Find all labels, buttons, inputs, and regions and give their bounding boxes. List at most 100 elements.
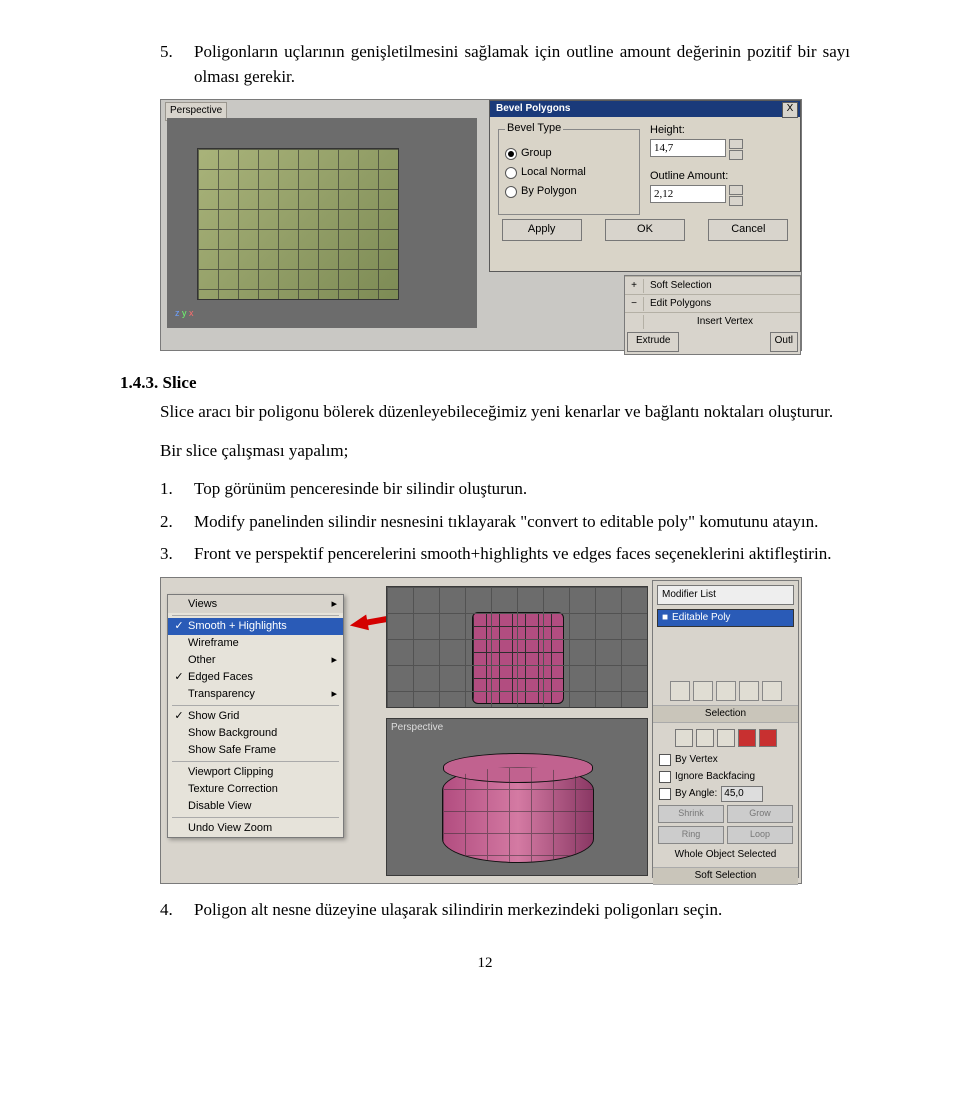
ignore-backfacing-option[interactable]: Ignore Backfacing	[659, 770, 792, 785]
viewport-3d[interactable]: z y x	[167, 118, 477, 328]
checkbox-icon[interactable]	[659, 771, 671, 783]
list-item: 5. Poligonların uçlarının genişletilmesi…	[160, 40, 850, 89]
selection-rollout-title[interactable]: Selection	[653, 705, 798, 723]
menu-label: Smooth + Highlights	[188, 620, 287, 632]
chevron-right-icon: ▸	[331, 686, 337, 703]
list-number: 5.	[160, 40, 194, 89]
vertex-subobject-icon[interactable]	[675, 729, 693, 747]
radio-icon[interactable]	[505, 167, 517, 179]
remove-modifier-icon[interactable]	[739, 681, 759, 701]
viewport-context-menu[interactable]: Views ▸ ✓ Smooth + Highlights Wireframe …	[167, 594, 344, 838]
extrude-button[interactable]: Extrude	[627, 332, 679, 352]
section-body: Slice aracı bir poligonu bölerek düzenle…	[160, 400, 850, 425]
menu-item-other[interactable]: Other▸	[168, 652, 343, 669]
ok-button[interactable]: OK	[605, 219, 685, 241]
cancel-button[interactable]: Cancel	[708, 219, 788, 241]
spinner-icon[interactable]	[729, 139, 741, 157]
by-angle-option[interactable]: By Angle: 45,0	[659, 786, 792, 802]
list-text: Top görünüm penceresinde bir silindir ol…	[194, 477, 850, 502]
list-text: Front ve perspektif pencerelerini smooth…	[194, 542, 850, 567]
plus-icon[interactable]: +	[625, 279, 644, 294]
checkbox-icon[interactable]	[659, 754, 671, 766]
axis-gizmo: z y x	[175, 307, 194, 320]
menu-item-texture-correction[interactable]: Texture Correction	[168, 781, 343, 798]
radio-icon[interactable]	[505, 148, 517, 160]
close-icon[interactable]: X	[782, 102, 798, 118]
height-input[interactable]	[650, 139, 726, 157]
fieldset-legend: Bevel Type	[505, 121, 563, 137]
check-icon: ✓	[172, 618, 186, 635]
radio-by-polygon-option[interactable]: By Polygon	[505, 184, 635, 200]
checkbox-icon[interactable]	[659, 788, 671, 800]
chevron-right-icon: ▸	[331, 652, 337, 669]
list-number: 4.	[160, 898, 194, 923]
edge-subobject-icon[interactable]	[696, 729, 714, 747]
menu-label: Edged Faces	[188, 671, 253, 683]
outline-button[interactable]: Outl	[770, 332, 798, 352]
rollout-label[interactable]: Edit Polygons	[644, 297, 711, 312]
list-item: 1. Top görünüm penceresinde bir silindir…	[160, 477, 850, 502]
check-icon: ✓	[172, 708, 186, 725]
stack-toolbar	[657, 681, 794, 701]
list-text: Modify panelinden silindir nesnesini tık…	[194, 510, 850, 535]
radio-label: Group	[521, 146, 552, 162]
loop-button[interactable]: Loop	[727, 826, 793, 844]
menu-item-viewport-clipping[interactable]: Viewport Clipping	[168, 764, 343, 781]
checkbox-label: By Vertex	[675, 753, 718, 768]
menu-item-views[interactable]: Views ▸	[168, 595, 343, 613]
menu-separator	[172, 817, 339, 818]
checkbox-label: Ignore Backfacing	[675, 770, 755, 785]
subobject-icons	[653, 729, 798, 747]
make-unique-icon[interactable]	[716, 681, 736, 701]
bevel-polygons-dialog: Bevel Polygons X Bevel Type Group Local …	[489, 100, 801, 272]
section-title: Slice	[158, 373, 196, 392]
grow-button[interactable]: Grow	[727, 805, 793, 823]
ring-button[interactable]: Ring	[658, 826, 724, 844]
by-vertex-option[interactable]: By Vertex	[659, 753, 792, 768]
menu-label: Views	[188, 595, 217, 613]
show-end-result-icon[interactable]	[693, 681, 713, 701]
radio-local-normal-option[interactable]: Local Normal	[505, 165, 635, 181]
menu-item-disable-view[interactable]: Disable View	[168, 798, 343, 815]
viewport-perspective[interactable]: Perspective	[386, 718, 648, 876]
editable-poly-item[interactable]: ■Editable Poly	[657, 609, 794, 627]
figure-viewport-menu: Views ▸ ✓ Smooth + Highlights Wireframe …	[160, 577, 802, 884]
configure-sets-icon[interactable]	[762, 681, 782, 701]
list-text: Poligon alt nesne düzeyine ulaşarak sili…	[194, 898, 850, 923]
pin-stack-icon[interactable]	[670, 681, 690, 701]
dialog-title: Bevel Polygons	[490, 101, 800, 117]
viewport-top[interactable]	[386, 586, 648, 708]
menu-separator	[172, 761, 339, 762]
menu-item-smooth-highlights[interactable]: ✓ Smooth + Highlights	[168, 618, 343, 635]
radio-group-option[interactable]: Group	[505, 146, 635, 162]
rollout-label[interactable]: Soft Selection	[644, 279, 712, 294]
spinner-icon[interactable]	[729, 185, 741, 203]
radio-label: By Polygon	[521, 184, 577, 200]
modifier-list-dropdown[interactable]: Modifier List	[657, 585, 794, 605]
angle-input[interactable]: 45,0	[721, 786, 763, 802]
polygon-subobject-icon[interactable]	[738, 729, 756, 747]
soft-selection-rollout-title[interactable]: Soft Selection	[653, 867, 798, 885]
height-label: Height:	[650, 123, 741, 139]
insert-vertex-button[interactable]: Insert Vertex	[644, 315, 800, 330]
border-subobject-icon[interactable]	[717, 729, 735, 747]
dropdown-label: Modifier List	[662, 588, 716, 603]
chevron-right-icon: ▸	[331, 595, 337, 613]
viewport-label: Perspective	[391, 721, 443, 736]
menu-item-transparency[interactable]: Transparency▸	[168, 686, 343, 703]
menu-item-undo-view-zoom[interactable]: Undo View Zoom	[168, 820, 343, 837]
element-subobject-icon[interactable]	[759, 729, 777, 747]
outline-amount-input[interactable]	[650, 185, 726, 203]
menu-item-wireframe[interactable]: Wireframe	[168, 635, 343, 652]
radio-icon[interactable]	[505, 186, 517, 198]
menu-item-show-grid[interactable]: ✓Show Grid	[168, 708, 343, 725]
menu-item-show-background[interactable]: Show Background	[168, 725, 343, 742]
menu-item-edged-faces[interactable]: ✓ Edged Faces	[168, 669, 343, 686]
menu-item-show-safe-frame[interactable]: Show Safe Frame	[168, 742, 343, 759]
apply-button[interactable]: Apply	[502, 219, 582, 241]
shrink-button[interactable]: Shrink	[658, 805, 724, 823]
checkbox-label: By Angle:	[675, 787, 717, 802]
minus-icon[interactable]: −	[625, 297, 644, 312]
list-item: 2. Modify panelinden silindir nesnesini …	[160, 510, 850, 535]
figure-bevel-polygons: Perspective z y x Bevel Polygons X Bevel…	[160, 99, 802, 351]
